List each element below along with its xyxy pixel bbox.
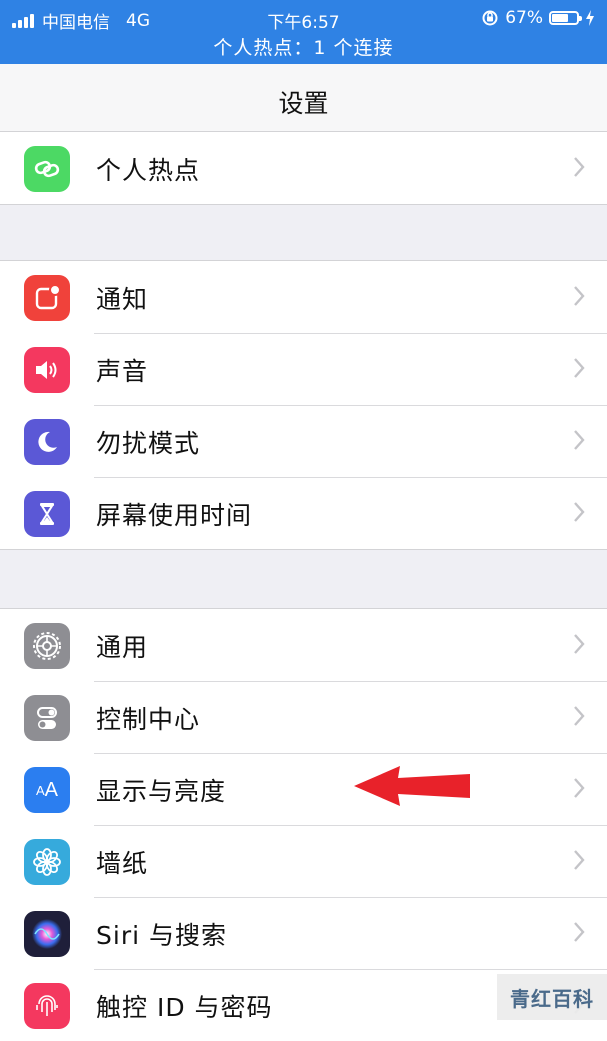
chevron-right-icon xyxy=(574,922,585,942)
settings-row-wallpaper[interactable]: 墙纸 xyxy=(0,825,607,897)
hourglass-icon xyxy=(24,491,70,537)
chevron-right-icon xyxy=(574,358,585,378)
settings-row-label: 通用 xyxy=(96,633,149,662)
battery-icon xyxy=(549,11,582,25)
settings-row-sounds[interactable]: 声音 xyxy=(0,333,607,405)
settings-row-siri-search[interactable]: Siri 与搜索 xyxy=(0,897,607,969)
settings-row-control-center[interactable]: 控制中心 xyxy=(0,681,607,753)
settings-row-label: 显示与亮度 xyxy=(96,777,227,806)
battery-percent: 67% xyxy=(505,8,543,28)
chevron-right-icon xyxy=(574,430,585,450)
hotspot-link-icon xyxy=(24,146,70,192)
charging-bolt-icon xyxy=(586,10,594,26)
settings-row-label: 声音 xyxy=(96,357,149,386)
watermark: 青红百科 xyxy=(497,974,607,1020)
settings-row-label: 控制中心 xyxy=(96,705,201,734)
settings-row-display-brightness[interactable]: AA 显示与亮度 xyxy=(0,753,607,825)
toggle-switches-icon xyxy=(24,695,70,741)
settings-row-label: 勿扰模式 xyxy=(96,429,201,458)
settings-row-label: 墙纸 xyxy=(96,849,149,878)
hotspot-connection-banner[interactable]: 个人热点：1 个连接 xyxy=(0,33,607,60)
siri-icon xyxy=(24,911,70,957)
settings-row-general[interactable]: 通用 xyxy=(0,609,607,681)
chevron-right-icon xyxy=(574,157,585,177)
page-title: 设置 xyxy=(278,89,329,118)
speaker-icon xyxy=(24,347,70,393)
chevron-right-icon xyxy=(574,634,585,654)
settings-row-label: Siri 与搜索 xyxy=(96,921,227,950)
settings-row-screen-time[interactable]: 屏幕使用时间 xyxy=(0,477,607,549)
red-arrow-icon xyxy=(354,766,470,806)
chevron-right-icon xyxy=(574,778,585,798)
flower-icon xyxy=(24,839,70,885)
status-bar: 中国电信 4G 下午6:57 67% 个人热点：1 个连接 xyxy=(0,0,607,64)
settings-row-do-not-disturb[interactable]: 勿扰模式 xyxy=(0,405,607,477)
text-size-icon: AA xyxy=(24,767,70,813)
chevron-right-icon xyxy=(574,286,585,306)
moon-icon xyxy=(24,419,70,465)
settings-group-network: 个人热点 xyxy=(0,131,607,205)
chevron-right-icon xyxy=(574,850,585,870)
notification-icon xyxy=(24,275,70,321)
clock: 下午6:57 xyxy=(267,13,340,33)
gear-icon xyxy=(24,623,70,669)
settings-row-notifications[interactable]: 通知 xyxy=(0,261,607,333)
settings-row-label: 屏幕使用时间 xyxy=(96,501,253,530)
settings-group-notifications: 通知 声音 勿扰模式 屏幕使用时间 xyxy=(0,260,607,550)
settings-row-label: 触控 ID 与密码 xyxy=(96,993,273,1022)
settings-row-label: 通知 xyxy=(96,285,149,314)
orientation-lock-icon xyxy=(482,10,498,26)
settings-row-personal-hotspot[interactable]: 个人热点 xyxy=(0,132,607,204)
settings-row-label: 个人热点 xyxy=(96,156,201,185)
fingerprint-icon xyxy=(24,983,70,1029)
chevron-right-icon xyxy=(574,706,585,726)
navigation-bar: 设置 xyxy=(0,64,607,137)
chevron-right-icon xyxy=(574,502,585,522)
